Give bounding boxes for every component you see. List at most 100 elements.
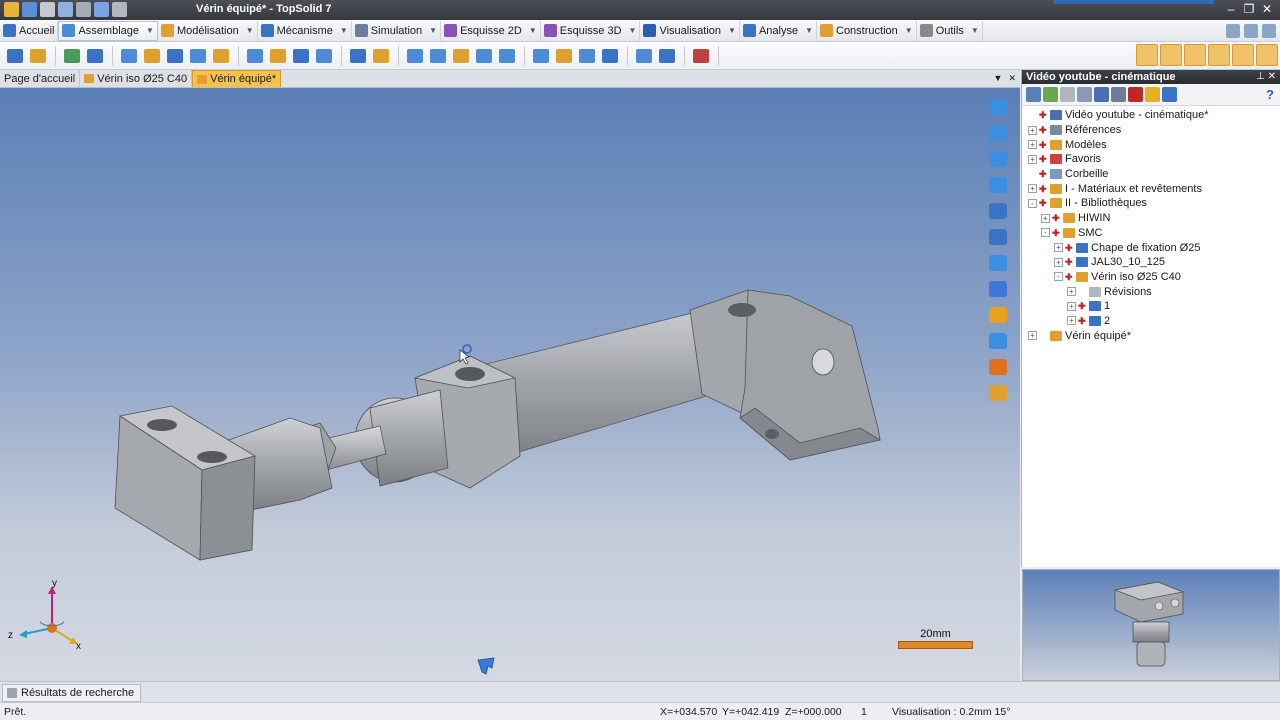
zoom-in-icon[interactable] — [987, 96, 1009, 117]
save-icon[interactable] — [22, 2, 37, 17]
tool-0-1-icon[interactable] — [27, 45, 49, 67]
tool-5-2-icon[interactable] — [450, 45, 472, 67]
tool-3-1-icon[interactable] — [267, 45, 289, 67]
chevron-down-icon[interactable]: ▼ — [529, 26, 537, 35]
cube-view-icon[interactable] — [987, 278, 1009, 299]
menu-visualisation[interactable]: Visualisation ▼ — [640, 20, 740, 41]
help-icon[interactable]: ? — [1266, 87, 1274, 102]
menu-simulation[interactable]: Simulation ▼ — [352, 20, 442, 41]
tool-3-2-icon[interactable] — [290, 45, 312, 67]
tree-item[interactable]: - ✚ II - Bibliothèques — [1022, 196, 1280, 211]
zoom-fit-icon[interactable] — [987, 252, 1009, 273]
tool-5-3-icon[interactable] — [473, 45, 495, 67]
collapse-icon[interactable] — [1026, 87, 1041, 102]
expand-toggle-icon[interactable]: + — [1041, 213, 1050, 223]
settings-tool-icon[interactable] — [1256, 44, 1278, 66]
options-icon[interactable] — [1226, 23, 1240, 38]
flag-icon[interactable] — [1128, 87, 1143, 102]
menu-esquisse-3d[interactable]: Esquisse 3D ▼ — [541, 20, 641, 41]
expand-toggle-icon[interactable]: + — [1067, 301, 1076, 311]
tool-4-0-icon[interactable] — [347, 45, 369, 67]
expand-toggle-icon[interactable]: + — [1067, 287, 1076, 297]
chevron-down-icon[interactable]: ▼ — [340, 26, 348, 35]
tool-8-0-icon[interactable] — [690, 45, 712, 67]
pan-icon[interactable] — [987, 122, 1009, 143]
warning-icon[interactable] — [1145, 87, 1160, 102]
chevron-down-icon[interactable]: ▼ — [629, 26, 637, 35]
chevron-down-icon[interactable]: ▼ — [429, 26, 437, 35]
menu-assemblage[interactable]: Assemblage ▼ — [58, 20, 158, 41]
tool-1-1-icon[interactable] — [84, 45, 106, 67]
help-icon[interactable] — [1244, 23, 1258, 38]
edit-icon[interactable] — [112, 2, 127, 17]
view-cube-icon[interactable] — [474, 656, 498, 676]
tabs-close-icon[interactable]: ✕ — [1008, 73, 1016, 84]
tab-search-results[interactable]: Résultats de recherche — [2, 684, 142, 702]
menu-esquisse-2d[interactable]: Esquisse 2D ▼ — [441, 20, 541, 41]
tool-3-3-icon[interactable] — [313, 45, 335, 67]
tree-item[interactable]: + ✚ Chape de fixation Ø25 — [1022, 240, 1280, 255]
tab-verin-iso[interactable]: Vérin iso Ø25 C40 — [80, 70, 193, 87]
tool-2-3-icon[interactable] — [187, 45, 209, 67]
light-icon[interactable] — [987, 382, 1009, 403]
redo-icon[interactable] — [94, 2, 109, 17]
back-icon[interactable] — [1043, 87, 1058, 102]
select-tool-icon[interactable] — [1136, 44, 1158, 66]
close-button[interactable]: ✕ — [1258, 0, 1276, 18]
chevron-down-icon[interactable]: ▼ — [728, 26, 736, 35]
tool-6-1-icon[interactable] — [553, 45, 575, 67]
tool-6-0-icon[interactable] — [530, 45, 552, 67]
tool-2-1-icon[interactable] — [141, 45, 163, 67]
tool-6-2-icon[interactable] — [576, 45, 598, 67]
chevron-down-icon[interactable]: ▼ — [246, 26, 254, 35]
tree-item[interactable]: - ✚ SMC — [1022, 226, 1280, 241]
expand-toggle-icon[interactable]: + — [1028, 140, 1037, 150]
minimize-button[interactable]: – — [1222, 0, 1240, 18]
tool-2-4-icon[interactable] — [210, 45, 232, 67]
tree-item[interactable]: + ✚ HIWIN — [1022, 211, 1280, 226]
expand-toggle-icon[interactable]: + — [1028, 331, 1037, 341]
tool-5-0-icon[interactable] — [404, 45, 426, 67]
layers-icon[interactable] — [1111, 87, 1126, 102]
tool-4-1-icon[interactable] — [370, 45, 392, 67]
menu-outils[interactable]: Outils ▼ — [917, 20, 983, 41]
tool-2-0-icon[interactable] — [118, 45, 140, 67]
expand-toggle-icon[interactable]: - — [1041, 228, 1050, 238]
tab-home[interactable]: Page d'accueil — [0, 70, 81, 87]
restore-panel-icon[interactable] — [1262, 23, 1276, 38]
tool-5-4-icon[interactable] — [496, 45, 518, 67]
app-icon[interactable] — [4, 2, 19, 17]
delete-icon[interactable] — [1060, 87, 1075, 102]
expand-toggle-icon[interactable]: + — [1054, 257, 1063, 267]
tool-5-1-icon[interactable] — [427, 45, 449, 67]
copy-icon[interactable] — [1077, 87, 1092, 102]
expand-toggle-icon[interactable]: - — [1028, 198, 1037, 208]
chevron-down-icon[interactable]: ▼ — [905, 26, 913, 35]
sort-icon[interactable] — [1094, 87, 1109, 102]
orbit-icon[interactable] — [987, 174, 1009, 195]
tree-item[interactable]: + ✚ 1 — [1022, 299, 1280, 314]
chevron-down-icon[interactable]: ▼ — [146, 26, 154, 35]
restore-button[interactable]: ❐ — [1240, 0, 1258, 18]
menu-mod-lisation[interactable]: Modélisation ▼ — [158, 20, 258, 41]
tree-item[interactable]: ✚ Corbeille — [1022, 167, 1280, 182]
rotate-icon[interactable] — [987, 148, 1009, 169]
tree-item[interactable]: + ✚ JAL30_10_125 — [1022, 255, 1280, 270]
layout-tool-icon[interactable] — [1232, 44, 1254, 66]
section-icon[interactable] — [987, 330, 1009, 351]
tree-item[interactable]: + ✚ 2 — [1022, 314, 1280, 329]
tool-7-0-icon[interactable] — [633, 45, 655, 67]
tree-item[interactable]: + ✚ Références — [1022, 123, 1280, 138]
sync-icon[interactable] — [1162, 87, 1177, 102]
camera-icon[interactable] — [987, 356, 1009, 377]
expand-toggle-icon[interactable]: + — [1054, 243, 1063, 253]
tree-item[interactable]: + Révisions — [1022, 284, 1280, 299]
tool-7-1-icon[interactable] — [656, 45, 678, 67]
save-all-icon[interactable] — [40, 2, 55, 17]
menu-accueil[interactable]: Accueil — [0, 20, 59, 41]
print-icon[interactable] — [58, 2, 73, 17]
tree-item[interactable]: ✚ Vidéo youtube - cinématique* — [1022, 108, 1280, 123]
render-icon[interactable] — [987, 304, 1009, 325]
tree-item[interactable]: + ✚ I - Matériaux et revêtements — [1022, 181, 1280, 196]
expand-toggle-icon[interactable]: - — [1054, 272, 1063, 282]
